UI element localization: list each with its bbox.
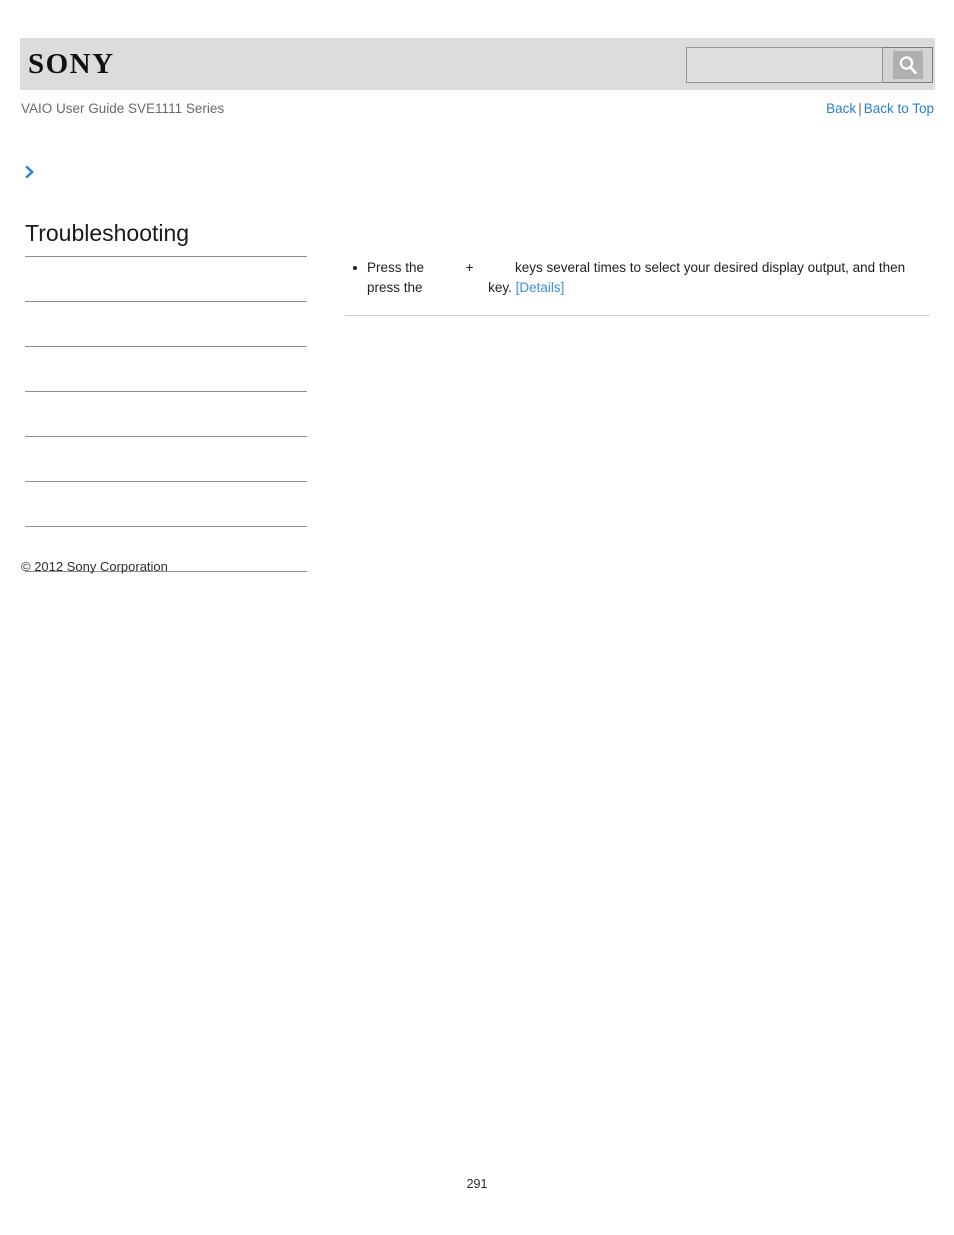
nav-separator: | [858,101,862,116]
sidebar-item-2[interactable] [25,347,307,392]
key-image-placeholder-1 [428,262,462,275]
sidebar-item-1[interactable] [25,302,307,347]
site-header: SONY [20,38,935,90]
key-image-placeholder-2 [477,262,511,275]
sidebar-item-3[interactable] [25,392,307,437]
search-icon [892,51,923,79]
main-content: Press the + keys several times to select… [345,258,930,316]
instruction-list: Press the + keys several times to select… [345,258,930,298]
sony-logo: SONY [28,48,115,80]
instruction-plus: + [465,260,474,275]
list-item: Press the + keys several times to select… [345,258,930,298]
page-title: Troubleshooting [25,220,190,246]
sidebar: Troubleshooting [25,218,307,572]
search-input[interactable] [686,47,883,83]
sidebar-item-4[interactable] [25,437,307,482]
header-nav-links: Back | Back to Top [826,101,934,116]
key-image-placeholder-3 [426,282,484,295]
chevron-right-icon [24,164,38,185]
guide-title: VAIO User Guide SVE1111 Series [21,101,225,116]
search-button[interactable] [883,47,933,83]
search-area [686,47,933,83]
copyright-text: © 2012 Sony Corporation [21,559,168,574]
sidebar-item-5[interactable] [25,482,307,527]
back-link[interactable]: Back [826,101,856,116]
instruction-part-4: key. [488,280,512,295]
back-to-top-link[interactable]: Back to Top [864,101,934,116]
page-number: 291 [466,1177,488,1191]
breadcrumb [24,162,44,186]
instruction-part-1: Press the [367,260,425,275]
sidebar-item-0[interactable] [25,257,307,302]
content-divider [345,315,930,316]
details-link[interactable]: [Details] [516,280,565,295]
